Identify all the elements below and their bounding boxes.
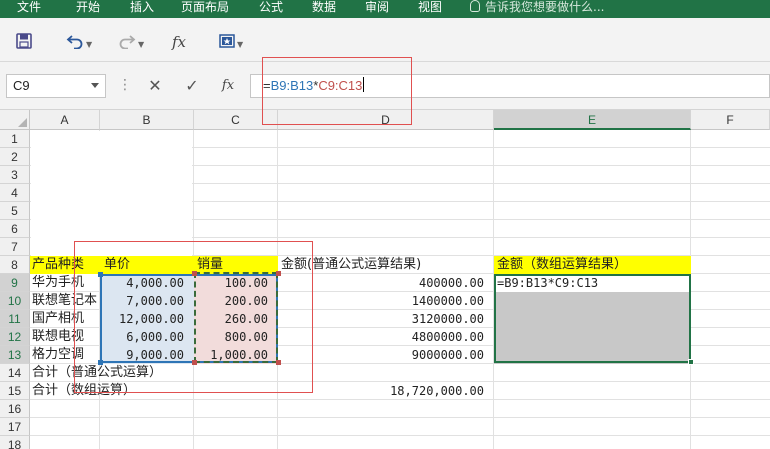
- row-header-15[interactable]: 15: [0, 382, 30, 400]
- save-icon[interactable]: [16, 33, 32, 51]
- row-header-4[interactable]: 4: [0, 184, 30, 202]
- insert-function-icon[interactable]: fx: [172, 33, 186, 51]
- ribbon-tab-bar: 文件 开始 插入 页面布局 公式 数据 审阅 视图 告诉我您想要做什么...: [0, 0, 770, 18]
- annotation-box-ranges: [74, 241, 313, 393]
- grid-line: [30, 435, 770, 436]
- redo-dropdown-icon[interactable]: ▼: [138, 40, 144, 49]
- grid-line: [30, 417, 770, 418]
- cancel-entry-button[interactable]: ✕: [144, 74, 166, 98]
- tab-formulas[interactable]: 公式: [259, 0, 283, 18]
- column-header-f[interactable]: F: [691, 110, 770, 130]
- name-box-value: C9: [13, 78, 30, 93]
- tell-me-text: 告诉我您想要做什么...: [485, 0, 605, 14]
- tab-insert[interactable]: 插入: [130, 0, 154, 18]
- row-header-17[interactable]: 17: [0, 418, 30, 436]
- fill-handle[interactable]: [688, 359, 694, 365]
- lightbulb-icon: [470, 0, 480, 12]
- row-header-8[interactable]: 8: [0, 256, 30, 274]
- customize-dropdown-icon[interactable]: ▼: [237, 40, 243, 49]
- row-header-9[interactable]: 9: [0, 274, 30, 292]
- tab-page-layout[interactable]: 页面布局: [181, 0, 229, 18]
- drag-handle-icon[interactable]: ⋮: [118, 78, 132, 92]
- row-header-18[interactable]: 18: [0, 436, 30, 449]
- row-header-11[interactable]: 11: [0, 310, 30, 328]
- select-all-button[interactable]: [0, 110, 30, 130]
- redo-icon[interactable]: ▼: [118, 33, 144, 51]
- annotation-box-formula: [262, 57, 412, 125]
- row-header-3[interactable]: 3: [0, 166, 30, 184]
- undo-dropdown-icon[interactable]: ▼: [86, 40, 92, 49]
- select-all-icon: [18, 118, 27, 127]
- name-box[interactable]: C9: [6, 74, 106, 98]
- row-header-14[interactable]: 14: [0, 364, 30, 382]
- row-header-13[interactable]: 13: [0, 346, 30, 364]
- tab-view[interactable]: 视图: [418, 0, 442, 18]
- row-header-12[interactable]: 12: [0, 328, 30, 346]
- row-header-6[interactable]: 6: [0, 220, 30, 238]
- selected-range-e9-e13: [494, 274, 691, 363]
- row-header-16[interactable]: 16: [0, 400, 30, 418]
- column-header-e[interactable]: E: [494, 110, 691, 130]
- tab-home[interactable]: 开始: [76, 0, 100, 18]
- tab-data[interactable]: 数据: [312, 0, 336, 18]
- tell-me-search[interactable]: 告诉我您想要做什么...: [470, 0, 604, 18]
- custom-toolbar-icon[interactable]: ▼: [219, 33, 243, 51]
- cell-e8[interactable]: 金额（数组运算结果）: [494, 256, 691, 274]
- column-header-a[interactable]: A: [30, 110, 100, 130]
- insert-function-button[interactable]: fx: [217, 74, 239, 98]
- blank-cell-area: [31, 131, 192, 256]
- chevron-down-icon[interactable]: [91, 83, 99, 88]
- tab-file[interactable]: 文件: [17, 0, 41, 18]
- tab-review[interactable]: 审阅: [365, 0, 389, 18]
- column-header-b[interactable]: B: [100, 110, 194, 130]
- row-header-1[interactable]: 1: [0, 130, 30, 148]
- row-header-2[interactable]: 2: [0, 148, 30, 166]
- row-header-5[interactable]: 5: [0, 202, 30, 220]
- row-header-10[interactable]: 10: [0, 292, 30, 310]
- enter-entry-button[interactable]: ✓: [181, 74, 203, 98]
- undo-icon[interactable]: ▼: [66, 33, 92, 51]
- quick-access-toolbar: ▼ ▼ fx ▼: [0, 18, 770, 62]
- row-header-7[interactable]: 7: [0, 238, 30, 256]
